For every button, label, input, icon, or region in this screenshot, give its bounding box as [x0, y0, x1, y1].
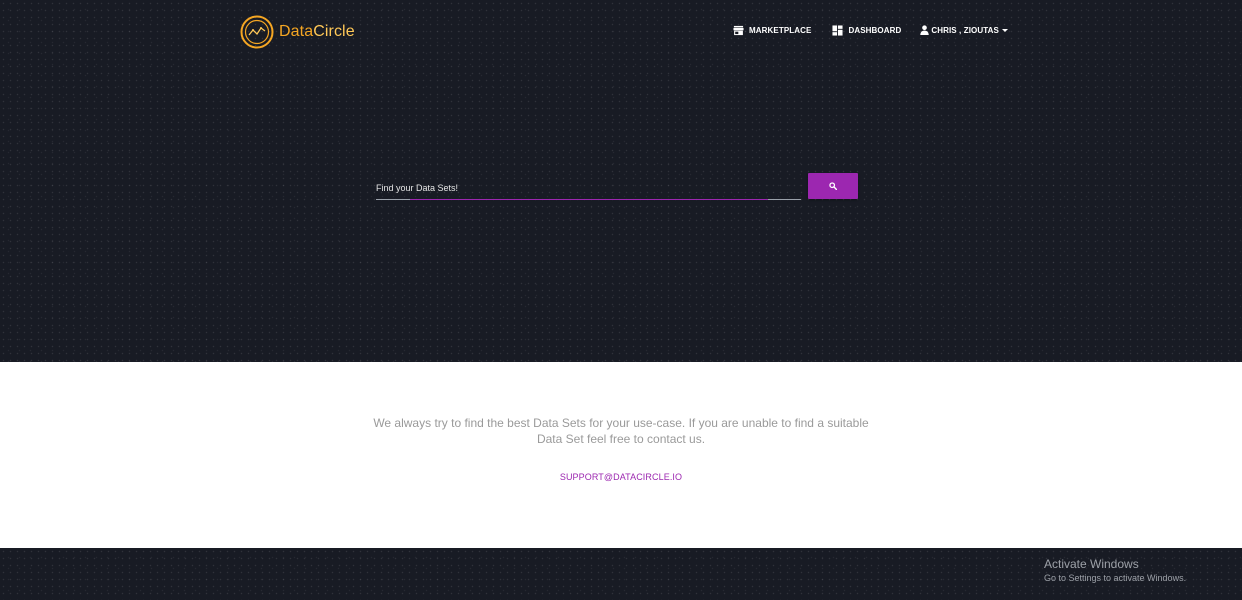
chevron-down-icon [1001, 28, 1008, 32]
search-field-wrapper [376, 176, 801, 200]
nav-user-label: CHRIS , ZIOUTAS [931, 25, 999, 35]
brand-name-part1: Data [279, 23, 314, 40]
watermark-subtitle: Go to Settings to activate Windows. [1044, 573, 1187, 583]
nav-user-menu[interactable]: CHRIS , ZIOUTAS [920, 22, 1008, 38]
nav-dashboard-label: DASHBOARD [848, 25, 902, 35]
watermark-title: Activate Windows [1044, 557, 1139, 571]
brand-logo[interactable]: DataCircle [240, 15, 355, 49]
brand-name-part2: Circle [313, 23, 355, 40]
brand-name: DataCircle [279, 23, 355, 41]
search-input[interactable] [376, 176, 801, 200]
search-button[interactable] [808, 173, 858, 199]
top-nav: MARKETPLACE DASHBOARD CHRIS , ZIOUTAS [733, 22, 1008, 38]
storefront-icon [733, 25, 744, 35]
chart-circle-logo-icon [240, 15, 274, 49]
support-email-link[interactable]: SUPPORT@DATACIRCLE.IO [521, 472, 721, 482]
info-text: We always try to find the best Data Sets… [373, 416, 869, 446]
nav-marketplace[interactable]: MARKETPLACE [733, 22, 811, 38]
windows-activation-watermark: Activate Windows Go to Settings to activ… [1044, 557, 1186, 585]
nav-marketplace-label: MARKETPLACE [749, 25, 812, 35]
search-icon [829, 182, 837, 190]
dashboard-icon [832, 24, 843, 36]
search-focus-underline [410, 199, 768, 200]
user-icon [920, 25, 930, 35]
nav-dashboard[interactable]: DASHBOARD [832, 22, 901, 38]
info-section [0, 362, 1242, 548]
